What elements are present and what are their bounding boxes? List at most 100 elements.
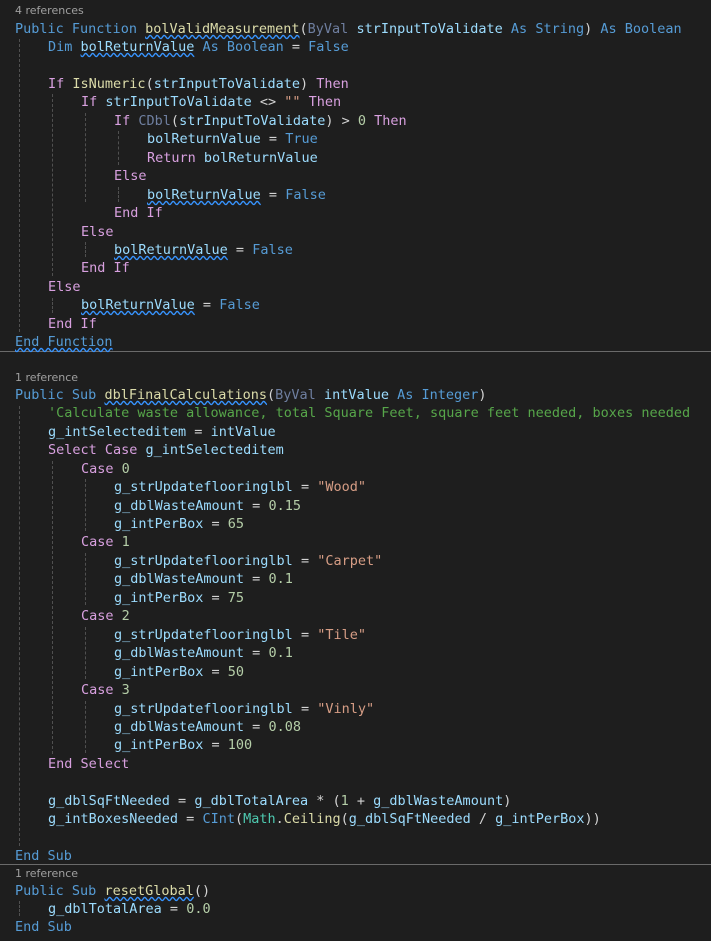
code-token: "Wood" bbox=[317, 479, 366, 495]
code-token: intValue bbox=[210, 424, 276, 440]
code-token: Then bbox=[308, 94, 342, 110]
method-separator bbox=[0, 351, 711, 352]
code-token: g_intPerBox bbox=[114, 737, 204, 753]
code-line[interactable]: End If bbox=[114, 204, 711, 222]
code-token: g_dblSqFtNeeded bbox=[348, 811, 471, 827]
code-token: Boolean bbox=[226, 39, 284, 55]
code-token: Function bbox=[71, 21, 137, 37]
code-line[interactable]: Public Function bolValidMeasurement(ByVa… bbox=[15, 20, 711, 38]
code-line[interactable]: End Function bbox=[15, 333, 711, 351]
code-line[interactable]: bolReturnValue = False bbox=[114, 241, 711, 259]
code-token: 75 bbox=[227, 590, 245, 606]
code-editor[interactable]: 4 references 1 reference 1 reference Pub… bbox=[0, 0, 711, 941]
code-token: g_intBoxesNeeded bbox=[48, 811, 179, 827]
code-token: Dim bbox=[48, 39, 73, 55]
code-line[interactable]: g_intPerBox = 75 bbox=[114, 589, 711, 607]
code-line[interactable]: Public Sub dblFinalCalculations(ByVal in… bbox=[15, 386, 711, 404]
code-token: Sub bbox=[71, 883, 97, 899]
code-line[interactable]: g_intSelecteditem = intValue bbox=[48, 423, 711, 441]
code-token: bolValidMeasurement bbox=[145, 21, 300, 37]
references-codelens[interactable]: 1 reference bbox=[15, 371, 78, 385]
code-line[interactable]: g_strUpdateflooringlbl = "Tile" bbox=[114, 626, 711, 644]
references-codelens[interactable]: 4 references bbox=[15, 4, 84, 18]
code-line[interactable]: Public Sub resetGlobal() bbox=[15, 882, 711, 900]
code-line[interactable]: Case 1 bbox=[81, 533, 711, 551]
code-line[interactable]: End Sub bbox=[15, 918, 711, 936]
code-token: Else bbox=[48, 279, 81, 295]
code-token: g_strUpdateflooringlbl bbox=[114, 553, 293, 569]
code-line[interactable]: g_dblWasteAmount = 0.1 bbox=[114, 644, 711, 662]
code-line[interactable]: g_intPerBox = 50 bbox=[114, 663, 711, 681]
code-token: g_dblWasteAmount bbox=[373, 793, 504, 809]
code-line[interactable]: Else bbox=[114, 167, 711, 185]
code-token: 2 bbox=[121, 608, 130, 624]
code-line[interactable]: g_dblWasteAmount = 0.08 bbox=[114, 718, 711, 736]
code-line[interactable]: Case 2 bbox=[81, 607, 711, 625]
code-line[interactable]: Case 3 bbox=[81, 681, 711, 699]
code-line[interactable]: bolReturnValue = True bbox=[147, 130, 711, 148]
code-line[interactable]: If IsNumeric(strInputToValidate) Then bbox=[48, 75, 711, 93]
indent-guide bbox=[19, 901, 20, 916]
code-token: "Carpet" bbox=[317, 553, 383, 569]
code-line[interactable]: g_intPerBox = 65 bbox=[114, 515, 711, 533]
code-token: String bbox=[535, 21, 585, 37]
code-token: End Sub bbox=[15, 848, 72, 864]
code-line[interactable]: bolReturnValue = False bbox=[81, 296, 711, 314]
code-line[interactable]: Else bbox=[48, 278, 711, 296]
code-line[interactable]: Dim bolReturnValue As Boolean = False bbox=[48, 38, 711, 56]
code-line[interactable]: g_intBoxesNeeded = CInt(Math.Ceiling(g_d… bbox=[48, 810, 711, 828]
code-token: End Select bbox=[48, 756, 130, 772]
code-token: Return bbox=[147, 150, 196, 166]
indent-guide bbox=[19, 39, 20, 332]
code-line[interactable]: If CDbl(strInputToValidate) > 0 Then bbox=[114, 112, 711, 130]
indent-guide bbox=[118, 187, 119, 202]
code-line[interactable]: g_strUpdateflooringlbl = "Wood" bbox=[114, 478, 711, 496]
code-token: strInputToValidate bbox=[105, 94, 252, 110]
indent-guide bbox=[85, 701, 86, 753]
code-token: 1 bbox=[340, 793, 349, 809]
code-token: ByVal bbox=[307, 21, 349, 37]
code-line[interactable]: g_dblWasteAmount = 0.15 bbox=[114, 497, 711, 515]
code-line[interactable]: Case 0 bbox=[81, 460, 711, 478]
code-token: g_strUpdateflooringlbl bbox=[114, 701, 293, 717]
code-token: 1 bbox=[121, 534, 130, 550]
code-line[interactable]: g_intPerBox = 100 bbox=[114, 736, 711, 754]
code-token: 0.08 bbox=[268, 719, 301, 735]
code-token: End If bbox=[48, 316, 97, 332]
code-line[interactable]: bolReturnValue = False bbox=[147, 186, 711, 204]
code-token: Public bbox=[15, 883, 64, 899]
code-line[interactable]: Return bolReturnValue bbox=[147, 149, 711, 167]
code-line[interactable]: 'Calculate waste allowance, total Square… bbox=[48, 404, 711, 422]
code-line[interactable]: g_dblWasteAmount = 0.1 bbox=[114, 570, 711, 588]
code-token: As bbox=[397, 387, 414, 403]
code-token: 0.0 bbox=[186, 901, 211, 917]
code-line[interactable]: Else bbox=[81, 223, 711, 241]
code-line[interactable]: If strInputToValidate <> "" Then bbox=[81, 93, 711, 111]
code-token: g_dblTotalArea bbox=[48, 901, 162, 917]
references-codelens[interactable]: 1 reference bbox=[15, 867, 78, 881]
code-line[interactable]: End Sub bbox=[15, 847, 711, 865]
code-token: g_strUpdateflooringlbl bbox=[114, 627, 293, 643]
code-token: 50 bbox=[227, 664, 245, 680]
code-token: strInputToValidate bbox=[356, 21, 503, 37]
code-token: As bbox=[600, 21, 617, 37]
code-line[interactable]: g_dblTotalArea = 0.0 bbox=[48, 900, 711, 918]
code-line[interactable]: End Select bbox=[48, 755, 711, 773]
code-token: Else bbox=[81, 224, 114, 240]
code-line[interactable]: g_strUpdateflooringlbl = "Vinly" bbox=[114, 700, 711, 718]
code-token: If bbox=[48, 76, 65, 92]
code-line[interactable]: End If bbox=[81, 259, 711, 277]
code-line[interactable]: End If bbox=[48, 315, 711, 333]
code-token: 0.1 bbox=[268, 571, 293, 587]
code-token: ByVal bbox=[275, 387, 316, 403]
code-token: 100 bbox=[227, 737, 253, 753]
indent-guide bbox=[85, 479, 86, 531]
code-token: IsNumeric bbox=[72, 76, 146, 92]
code-line[interactable]: g_dblSqFtNeeded = g_dblTotalArea * (1 + … bbox=[48, 792, 711, 810]
indent-guide bbox=[85, 627, 86, 679]
code-line[interactable]: Select Case g_intSelecteditem bbox=[48, 441, 711, 459]
code-token: bolReturnValue bbox=[147, 187, 261, 203]
code-token: As bbox=[202, 39, 219, 55]
code-token: g_intSelecteditem bbox=[145, 442, 284, 458]
code-line[interactable]: g_strUpdateflooringlbl = "Carpet" bbox=[114, 552, 711, 570]
